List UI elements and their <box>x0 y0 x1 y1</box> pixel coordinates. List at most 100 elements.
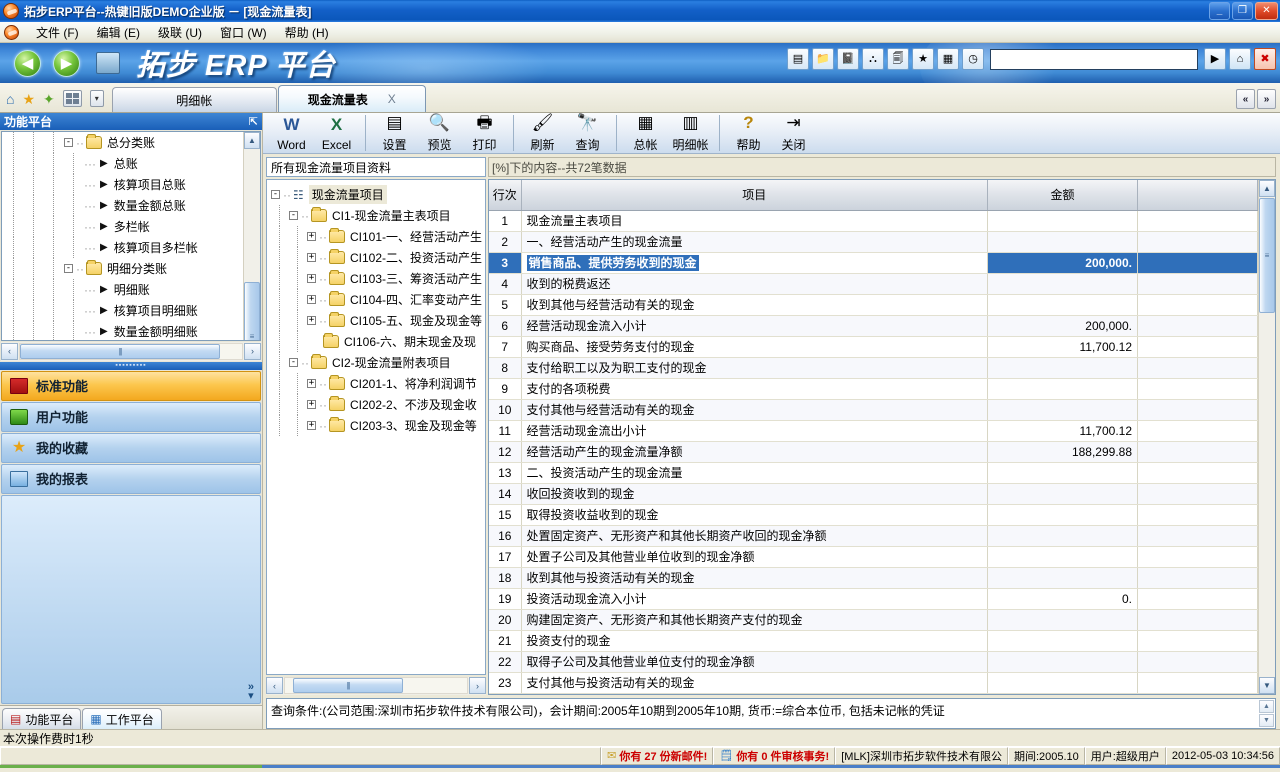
status-mail-cell[interactable]: ✉ 你有 27 份新邮件! <box>601 747 713 765</box>
notebook-icon[interactable]: 📓 <box>837 48 859 70</box>
table-row[interactable]: 18收到其他与投资活动有关的现金 <box>489 567 1258 588</box>
table-row[interactable]: 21投资支付的现金 <box>489 630 1258 651</box>
toolbar-button-binoculars[interactable]: 🔭查询 <box>565 113 610 153</box>
overflow-chevron-icon[interactable]: »▾ <box>248 683 254 701</box>
tree-toggle-icon[interactable]: - <box>64 138 73 147</box>
table-row[interactable]: 10支付其他与经营活动有关的现金 <box>489 399 1258 420</box>
tree-toggle-icon[interactable]: + <box>307 232 316 241</box>
back-nav-icon[interactable]: ◀ <box>14 50 41 77</box>
tab-dropdown-icon[interactable]: ▾ <box>90 90 104 107</box>
toolbar-button-help[interactable]: ?帮助 <box>726 113 771 153</box>
sidebar-tree-item[interactable]: -··明细分类账 <box>2 258 243 279</box>
cash-flow-tree-item[interactable]: +··CI103-三、筹资活动产生 <box>269 268 485 289</box>
cash-flow-tree-item[interactable]: -··CI2-现金流量附表项目 <box>269 352 485 373</box>
status-task-cell[interactable]: 🗒 你有 0 件审核事务! <box>713 747 835 765</box>
tree-toggle-icon[interactable]: + <box>307 274 316 283</box>
ctree-hscroll-right-icon[interactable]: › <box>469 677 486 694</box>
cash-flow-tree-item[interactable]: CI106-六、期末现金及现 <box>269 331 485 352</box>
table-row[interactable]: 5收到其他与经营活动有关的现金 <box>489 294 1258 315</box>
cash-flow-tree-item[interactable]: -··☷现金流量项目 <box>269 184 485 205</box>
favorites-star-icon[interactable]: ★ <box>22 92 35 106</box>
table-row[interactable]: 2一、经营活动产生的现金流量 <box>489 231 1258 252</box>
scroll-thumb[interactable]: ≡ <box>244 282 260 341</box>
table-row[interactable]: 15取得投资收益收到的现金 <box>489 504 1258 525</box>
tab-close-icon[interactable]: X <box>388 92 396 106</box>
toolbar-button-word[interactable]: WWord <box>269 115 314 152</box>
table-row[interactable]: 9支付的各项税费 <box>489 378 1258 399</box>
banner-close-icon[interactable]: ✖ <box>1254 48 1276 70</box>
clock-icon[interactable]: ◷ <box>962 48 984 70</box>
menu-help[interactable]: 帮助 (H) <box>276 22 338 43</box>
column-header-blank[interactable] <box>1138 180 1258 210</box>
sidebar-panel-standard-functions[interactable]: 标准功能 <box>1 371 261 401</box>
toolbar-button-exit[interactable]: ⇥关闭 <box>771 113 816 153</box>
global-search-input[interactable] <box>990 49 1198 70</box>
tab-scroll-next-button[interactable]: » <box>1257 89 1276 109</box>
sidebar-tree-item[interactable]: ···▶核算项目明细账 <box>2 300 243 321</box>
column-header-item[interactable]: 项目 <box>521 180 988 210</box>
scroll-up-icon[interactable]: ▲ <box>244 132 260 149</box>
pin-icon[interactable]: ⇱ <box>249 115 258 128</box>
query-scroll-down-icon[interactable]: ▼ <box>1259 714 1274 727</box>
toolbar-button-excel[interactable]: XExcel <box>314 115 359 152</box>
sidebar-panel-user-functions[interactable]: 用户功能 <box>1 402 261 432</box>
table-row[interactable]: 4收到的税费返还 <box>489 273 1258 294</box>
tree-toggle-icon[interactable]: - <box>289 211 298 220</box>
grid-scroll-area[interactable]: 行次 项目 金额 1现金流量主表项目2一、经营活动产生的现金流量3销售商品、提供… <box>489 180 1258 694</box>
tree-toggle-icon[interactable]: + <box>307 316 316 325</box>
cash-flow-tree-item[interactable]: +··CI101-一、经营活动产生 <box>269 226 485 247</box>
table-row[interactable]: 17处置子公司及其他营业单位收到的现金净额 <box>489 546 1258 567</box>
tree-toggle-icon[interactable]: - <box>289 358 298 367</box>
toolbar-button-print[interactable]: 🖶打印 <box>462 113 507 153</box>
favorite-star-icon[interactable]: ★ <box>912 48 934 70</box>
table-row[interactable]: 3销售商品、提供劳务收到的现金200,000. <box>489 252 1258 273</box>
tree-toggle-icon[interactable]: + <box>307 400 316 409</box>
cash-flow-tree[interactable]: -··☷现金流量项目-··CI1-现金流量主表项目+··CI101-一、经营活动… <box>266 179 486 675</box>
grid-scroll-up-icon[interactable]: ▲ <box>1259 180 1275 197</box>
tree-toggle-icon[interactable]: + <box>307 253 316 262</box>
grid-scroll-down-icon[interactable]: ▼ <box>1259 677 1275 694</box>
column-header-amount[interactable]: 金额 <box>988 180 1138 210</box>
tab-grid-icon[interactable] <box>63 90 82 107</box>
toolbar-button-settings[interactable]: ▤设置 <box>372 113 417 153</box>
cash-flow-tree-item[interactable]: -··CI1-现金流量主表项目 <box>269 205 485 226</box>
search-go-icon[interactable]: ▶ <box>1204 48 1226 70</box>
folder-open-icon[interactable]: 📁 <box>812 48 834 70</box>
table-row[interactable]: 11经营活动现金流出小计11,700.12 <box>489 420 1258 441</box>
cash-flow-tree-hscroll[interactable]: ‹ ||| › <box>266 677 486 695</box>
restore-button[interactable]: ❐ <box>1232 2 1253 20</box>
sidebar-tree-item[interactable]: ···▶总账 <box>2 153 243 174</box>
add-favorite-icon[interactable]: ✦ <box>43 92 55 106</box>
query-scroll-up-icon[interactable]: ▲ <box>1259 700 1274 713</box>
cash-flow-tree-item[interactable]: +··CI201-1、将净利润调节 <box>269 373 485 394</box>
sidebar-tree-item[interactable]: ···▶核算项目总账 <box>2 174 243 195</box>
toolbar-button-preview[interactable]: 🔍预览 <box>417 113 462 153</box>
panel-splitter-gripper[interactable]: ▪▪▪▪▪▪▪▪▪ <box>0 362 262 370</box>
menu-window[interactable]: 窗口 (W) <box>211 22 276 43</box>
sidebar-tree-item[interactable]: ···▶明细账 <box>2 279 243 300</box>
menu-edit[interactable]: 编辑 (E) <box>88 22 149 43</box>
grid-scroll-thumb[interactable]: ≡ <box>1259 198 1275 313</box>
sidebar-tree-item[interactable]: ···▶数量金额总账 <box>2 195 243 216</box>
tree-toggle-icon[interactable]: - <box>64 264 73 273</box>
ctree-hscroll-thumb[interactable]: ||| <box>293 678 403 693</box>
table-row[interactable]: 20购建固定资产、无形资产和其他长期资产支付的现金 <box>489 609 1258 630</box>
tree-toggle-icon[interactable]: + <box>307 295 316 304</box>
cash-flow-tree-item[interactable]: +··CI105-五、现金及现金等 <box>269 310 485 331</box>
add-page-icon[interactable]: 🗐 <box>887 48 909 70</box>
cash-flow-tree-item[interactable]: +··CI202-2、不涉及现金收 <box>269 394 485 415</box>
table-row[interactable]: 19投资活动现金流入小计0. <box>489 588 1258 609</box>
tab-detail-ledger[interactable]: 明细帐 <box>112 87 277 112</box>
forward-nav-icon[interactable]: ▶ <box>53 50 80 77</box>
sidebar-tree[interactable]: -··总分类账···▶总账···▶核算项目总账···▶数量金额总账···▶多栏帐… <box>1 131 261 341</box>
sidebar-panel-my-favorites[interactable]: ★ 我的收藏 <box>1 433 261 463</box>
home-run-icon[interactable]: ⌂ <box>1229 48 1251 70</box>
tree-toggle-icon[interactable]: + <box>307 379 316 388</box>
bottom-tab-function-platform[interactable]: ▤ 功能平台 <box>2 708 81 729</box>
table-row[interactable]: 14收回投资收到的现金 <box>489 483 1258 504</box>
toolbar-button-detail-ledger[interactable]: ▥明细帐 <box>668 113 713 153</box>
bottom-tab-work-platform[interactable]: ▦ 工作平台 <box>82 708 161 729</box>
sidebar-tree-item[interactable]: ···▶多栏帐 <box>2 216 243 237</box>
report-icon[interactable]: ▤ <box>787 48 809 70</box>
org-chart-icon[interactable]: ⛬ <box>862 48 884 70</box>
